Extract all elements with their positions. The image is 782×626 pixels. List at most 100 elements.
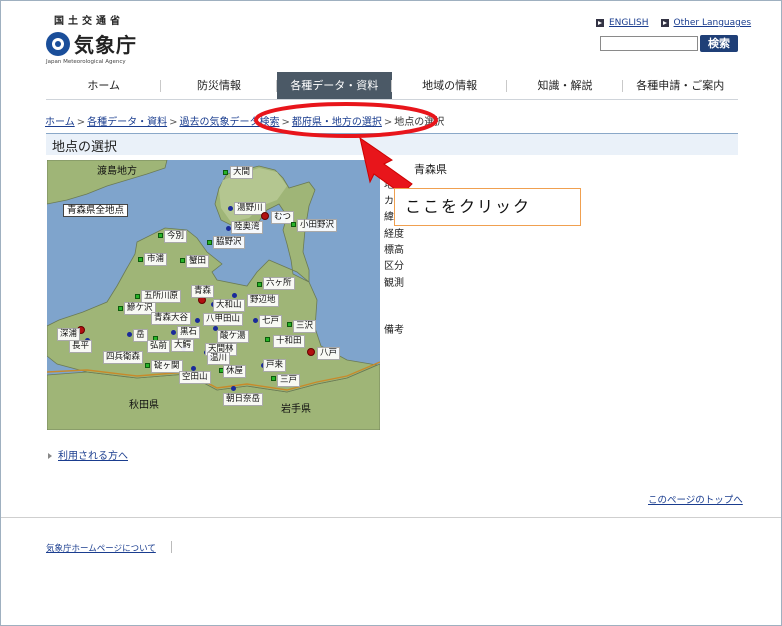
station-hakkoda[interactable]: 八甲田山 (203, 313, 244, 326)
station-marker[interactable] (287, 322, 292, 327)
map-label-iwate: 岩手県 (281, 404, 311, 415)
station-aomori-otani[interactable]: 青森大谷 (151, 312, 192, 325)
station-marker[interactable] (271, 376, 276, 381)
station-yasumiya[interactable]: 休屋 (223, 365, 247, 378)
station-ikarigaseki[interactable]: 碇ヶ関 (151, 360, 183, 373)
users-link[interactable]: 利用される方へ (58, 451, 128, 462)
station-rokkasho[interactable]: 六ヶ所 (263, 277, 295, 290)
station-nagahira[interactable]: 長平 (69, 340, 93, 353)
nav-disaster-info[interactable]: 防災情報 (161, 72, 277, 99)
station-hirosaki[interactable]: 弘前 (147, 340, 171, 353)
station-marker[interactable] (223, 170, 228, 175)
station-nurukawa[interactable]: 温川 (207, 352, 231, 365)
search-button[interactable]: 検索 (700, 35, 738, 52)
station-shichinohe[interactable]: 七戸 (259, 315, 283, 328)
station-marker[interactable] (228, 206, 233, 211)
station-dake[interactable]: 岳 (133, 329, 148, 342)
jma-emblem-icon (46, 31, 70, 56)
breadcrumb: ホーム > 各種データ・資料 > 過去の気象データ検索 > 都府県・地方の選択 > 地点の選択 (45, 113, 444, 128)
arrow-square-icon (596, 19, 604, 27)
station-marker[interactable] (127, 332, 132, 337)
breadcrumb-separator: > (76, 117, 86, 128)
info-label-longitude: 経度 (384, 229, 404, 240)
station-odanosawa[interactable]: 小田野沢 (297, 219, 338, 232)
breadcrumb-current: 地点の選択 (394, 117, 445, 128)
breadcrumb-past-weather[interactable]: 過去の気象データ検索 (179, 117, 279, 128)
station-marker[interactable] (232, 293, 237, 298)
page-title-bar: 地点の選択 (46, 133, 738, 155)
station-marker-major[interactable] (261, 212, 269, 220)
nav-regional-info[interactable]: 地域の情報 (392, 72, 508, 99)
ministry-label: 国土交通省 (54, 16, 124, 27)
arrow-square-icon (660, 19, 669, 27)
nav-data-materials[interactable]: 各種データ・資料 (276, 72, 393, 99)
breadcrumb-separator: > (169, 117, 178, 128)
nav-applications[interactable]: 各種申請・ご案内 (623, 72, 738, 99)
breadcrumb-separator: > (281, 117, 290, 128)
station-marker[interactable] (207, 240, 212, 245)
station-marker[interactable] (231, 386, 236, 391)
station-kanita[interactable]: 蟹田 (186, 255, 210, 268)
page-top-link-row: このページのトップへ (648, 492, 743, 506)
agency-english-name: Japan Meteorological Agency (46, 59, 126, 65)
station-marker[interactable] (180, 258, 185, 263)
station-marker[interactable] (158, 233, 163, 238)
breadcrumb-home[interactable]: ホーム (45, 117, 75, 128)
station-hachinohe[interactable]: 八戸 (317, 347, 341, 360)
station-yamato[interactable]: 大和山 (213, 299, 245, 312)
station-wakinosawa[interactable]: 脇野沢 (213, 236, 245, 249)
station-herai[interactable]: 戸来 (263, 359, 287, 372)
map-label-hakodate-region: 渡島地方 (97, 166, 137, 177)
page-title: 地点の選択 (52, 140, 118, 155)
triangle-right-icon (48, 453, 52, 459)
station-imabetsu[interactable]: 今別 (164, 230, 188, 243)
station-aomori[interactable]: 青森 (191, 285, 215, 298)
station-sannohe[interactable]: 三戸 (277, 374, 301, 387)
footer-divider (1, 517, 781, 518)
nav-home[interactable]: ホーム (46, 72, 162, 99)
station-shihei-mori[interactable]: 四兵衛森 (103, 351, 144, 364)
station-shiura[interactable]: 市浦 (144, 253, 168, 266)
station-marker[interactable] (118, 306, 123, 311)
footer-separator (171, 541, 172, 553)
selected-prefecture: 青森県 (414, 163, 447, 176)
station-marker[interactable] (265, 337, 270, 342)
station-ooma[interactable]: 大間 (230, 166, 254, 179)
station-marker-major[interactable] (307, 348, 315, 356)
station-marker[interactable] (257, 282, 262, 287)
search-input[interactable] (600, 36, 698, 51)
info-label-notes: 備考 (384, 325, 404, 336)
other-languages-link[interactable]: Other Languages (660, 18, 751, 28)
jma-logo[interactable]: 国土交通省 気象庁 Japan Meteorological Agency (46, 12, 156, 65)
station-noheji[interactable]: 野辺地 (247, 294, 279, 307)
station-marker[interactable] (138, 257, 143, 262)
station-map[interactable]: 渡島地方 青森県全地点 秋田県 岩手県 大間 湯野川 むつ 小田野沢 陸奥湾 脇… (47, 160, 380, 430)
about-site-link[interactable]: 気象庁ホームページについて (46, 544, 156, 554)
station-marker[interactable] (253, 318, 258, 323)
station-marker[interactable] (135, 294, 140, 299)
station-marker[interactable] (145, 363, 150, 368)
station-kuroishi[interactable]: 黒石 (177, 326, 201, 339)
breadcrumb-data[interactable]: 各種データ・資料 (87, 117, 167, 128)
station-towada[interactable]: 十和田 (273, 335, 305, 348)
map-label-akita: 秋田県 (129, 400, 159, 411)
page-top-link[interactable]: このページのトップへ (648, 495, 743, 506)
station-marker[interactable] (171, 330, 176, 335)
station-misawa[interactable]: 三沢 (293, 320, 317, 333)
station-marker[interactable] (291, 222, 296, 227)
station-sukayu[interactable]: 酸ケ湯 (217, 330, 249, 343)
nav-knowledge[interactable]: 知識・解説 (507, 72, 623, 99)
breadcrumb-prefecture-select[interactable]: 都府県・地方の選択 (292, 117, 382, 128)
breadcrumb-separator: > (383, 117, 393, 128)
agency-name: 気象庁 (74, 33, 137, 57)
all-stations-button[interactable]: 青森県全地点 (63, 204, 129, 217)
info-label: 緯 (384, 212, 394, 223)
english-link[interactable]: ENGLISH (596, 18, 649, 28)
station-asahina-dake[interactable]: 朝日奈岳 (223, 393, 264, 406)
station-mutsu-bay[interactable]: 陸奥湾 (231, 221, 263, 234)
station-owani[interactable]: 大鰐 (171, 339, 195, 352)
station-sorada-yama[interactable]: 空田山 (179, 371, 211, 384)
users-link-row: 利用される方へ (48, 447, 128, 462)
info-label: 地 (384, 180, 394, 191)
station-marker[interactable] (195, 318, 200, 323)
